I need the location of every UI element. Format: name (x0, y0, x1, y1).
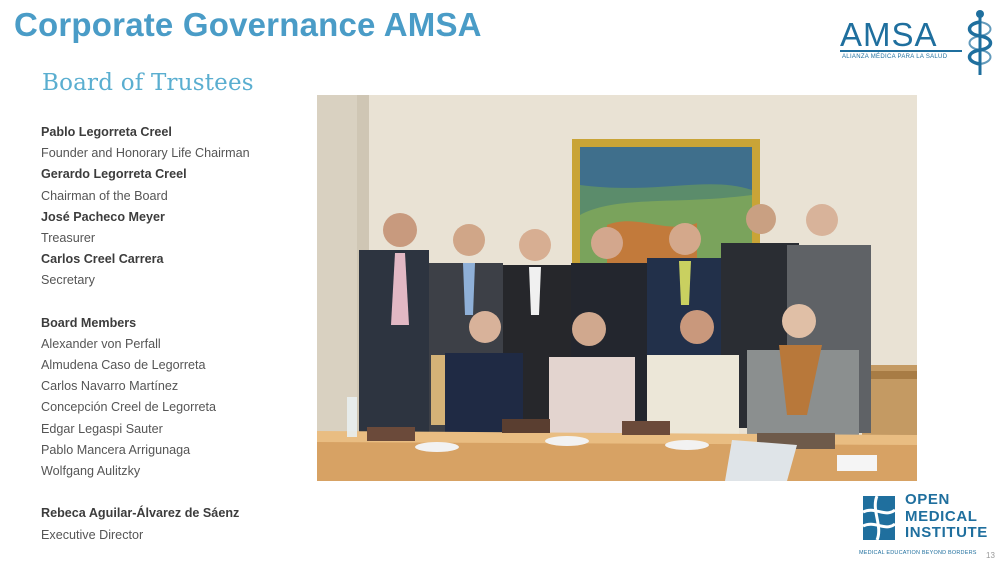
board-member-name: Concepción Creel de Legorreta (41, 400, 217, 415)
amsa-underline (840, 50, 962, 52)
caduceus-icon (967, 10, 993, 75)
amsa-logo: AMSA ALIANZA MÉDICA PARA LA SALUD (840, 8, 996, 78)
trustee-role: Treasurer (41, 230, 96, 245)
board-group-photo (317, 95, 917, 481)
board-member-name: Almudena Caso de Legorreta (41, 358, 206, 373)
trustee-role: Founder and Honorary Life Chairman (41, 146, 250, 161)
trustee-role: Chairman of the Board (41, 188, 168, 203)
globe-icon (862, 495, 896, 541)
trustee-name: Carlos Creel Carrera (41, 252, 164, 267)
trustee-name: Pablo Legorreta Creel (41, 125, 172, 139)
board-members-heading: Board Members (41, 315, 137, 330)
page-title: Corporate Governance AMSA (14, 6, 482, 43)
executive-role: Executive Director (41, 527, 144, 542)
open-medical-institute-logo: OPEN MEDICAL INSTITUTE MEDICAL EDUCATION… (857, 490, 997, 560)
board-member-name: Wolfgang Aulitzky (41, 464, 141, 478)
trustee-name: José Pacheco Meyer (41, 209, 165, 224)
omi-line-3: INSTITUTE (905, 524, 988, 541)
omi-line-2: MEDICAL (905, 507, 978, 525)
board-member-name: Pablo Mancera Arrigunaga (41, 442, 191, 457)
executive-name: Rebeca Aguilar-Álvarez de Sáenz (41, 506, 240, 521)
trustee-role: Secretary (41, 273, 95, 288)
amsa-tagline: ALIANZA MÉDICA PARA LA SALUD (842, 54, 948, 60)
board-member-name: Carlos Navarro Martínez (41, 379, 179, 394)
board-member-name: Alexander von Perfall (41, 336, 161, 351)
board-list: Pablo Legorreta Creel Founder and Honora… (41, 122, 311, 546)
omi-line-1: OPEN (905, 491, 950, 508)
omi-tagline: MEDICAL EDUCATION BEYOND BORDERS (859, 550, 977, 556)
trustee-name: Gerardo Legorreta Creel (41, 167, 187, 182)
page-number: 13 (986, 551, 995, 560)
amsa-wordmark: AMSA (840, 16, 938, 53)
section-subtitle: Board of Trustees (42, 70, 254, 96)
board-member-name: Edgar Legaspi Sauter (41, 421, 163, 436)
